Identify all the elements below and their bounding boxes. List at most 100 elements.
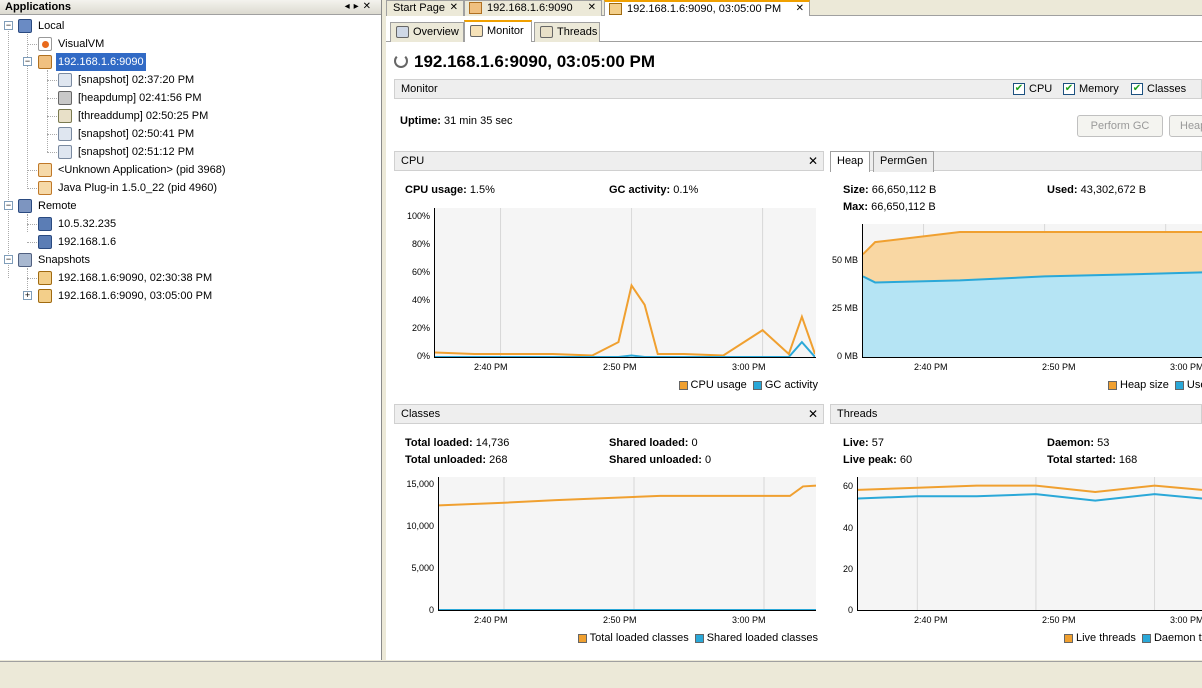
network-icon (18, 199, 32, 213)
tab-heap[interactable]: Heap (830, 151, 871, 172)
checkbox-label: CPU (1029, 83, 1053, 95)
checkbox-check-icon: ✔ (1063, 83, 1075, 96)
app-snapshot-icon (38, 271, 52, 285)
tab-permgen[interactable]: PermGen (873, 151, 935, 172)
loading-spinner-icon (394, 54, 408, 68)
view-tabs: Overview Monitor Threads (386, 18, 1202, 42)
cpu-usage-stat: CPU usage: 1.5% (405, 184, 495, 196)
local-toggle[interactable]: − (4, 21, 13, 30)
tab-threads[interactable]: Threads (534, 22, 600, 42)
document-tabs: Start Page ✕ 192.168.1.6:9090 ✕ 192.168.1.… (386, 0, 1202, 16)
memory-checkbox[interactable]: ✔ Memory (1063, 83, 1119, 96)
tick-label: 0 MB (836, 351, 858, 361)
legend-label: GC activity (764, 379, 818, 391)
heap-chart (863, 224, 1202, 357)
tab-label: 192.168.1.6:9090 (487, 2, 573, 14)
cpu-panel-header: CPU ✕ (394, 151, 824, 171)
tick-label: 2:50 PM (603, 362, 637, 372)
tick-label: 15,000 (406, 479, 434, 489)
cpu-checkbox[interactable]: ✔ CPU (1013, 83, 1053, 96)
tick-label: 0% (416, 351, 430, 361)
classes-plot (438, 477, 816, 611)
remote-toggle[interactable]: − (4, 201, 13, 210)
heap-legend: Heap size Used heap (1102, 379, 1202, 391)
heap-plot (862, 224, 1202, 358)
legend-label: Total loaded classes (589, 632, 689, 644)
classes-panel-header: Classes ✕ (394, 404, 824, 424)
close-icon[interactable]: ✕ (808, 154, 818, 168)
tick-label: 3:00 PM (1170, 362, 1202, 372)
cpu-plot (434, 208, 816, 358)
jmx-toggle[interactable]: − (23, 57, 32, 66)
checkbox-label: Memory (1079, 83, 1119, 95)
tab-app-snapshot[interactable]: 192.168.1.6:9090, 03:05:00 PM ✕ (604, 0, 810, 16)
classes-checkbox[interactable]: ✔ Classes (1131, 83, 1186, 96)
series-line-total-loaded-classes (439, 484, 816, 507)
checkbox-check-icon: ✔ (1013, 83, 1025, 96)
tick-label: 60 (842, 481, 853, 491)
tree-label: 192.168.1.6 (58, 236, 117, 248)
status-bar (0, 661, 1202, 688)
snapshot-icon (58, 127, 72, 141)
tick-label: 5,000 (411, 563, 434, 573)
tick-label: 40% (411, 295, 430, 305)
perform-gc-button[interactable]: Perform GC (1077, 115, 1163, 137)
tree-label: VisualVM (58, 38, 105, 50)
remote-host-icon (38, 235, 52, 249)
tick-label: 100% (406, 211, 430, 221)
monitor-bar: Monitor ✔ CPU ✔ Memory ✔ Classes (394, 79, 1202, 99)
threads-plot (857, 477, 1202, 611)
live-threads-stat: Live: 57 (843, 437, 884, 449)
close-icon[interactable]: ✕ (588, 1, 596, 15)
tab-overview[interactable]: Overview (390, 22, 464, 42)
computer-icon (18, 19, 32, 33)
uptime-label: Uptime: (400, 115, 441, 127)
tab-jmx-app[interactable]: 192.168.1.6:9090 ✕ (464, 0, 602, 16)
tick-label: 2:50 PM (1042, 362, 1076, 372)
tree-label: 10.5.32.235 (58, 218, 117, 230)
snapshots-toggle[interactable]: − (4, 255, 13, 264)
series-line-cpu-usage (435, 283, 815, 357)
tab-start-page[interactable]: Start Page ✕ (386, 0, 464, 16)
app-snapshot-icon (609, 3, 622, 15)
applications-header: Applications ◂▸✕ (0, 0, 381, 15)
tab-label: Overview (413, 26, 459, 38)
applications-tree: − Local VisualVM − 192.168.1.6:9090 [sna… (0, 16, 381, 656)
heap-dump-button[interactable]: Heap Dump (1169, 115, 1202, 137)
tick-label: 40 (842, 523, 853, 533)
panel-title: Threads (837, 408, 878, 420)
tree-label: Local (38, 20, 65, 32)
series-line-live-threads (858, 484, 1202, 494)
shared-loaded-stat: Shared loaded: 0 (609, 437, 698, 449)
panel-buttons[interactable]: ◂▸✕ (345, 1, 375, 12)
main-panel: Start Page ✕ 192.168.1.6:9090 ✕ 192.168.1.… (386, 0, 1202, 660)
java-cup-icon (38, 181, 52, 195)
tick-label: 2:40 PM (914, 362, 948, 372)
live-peak-stat: Live peak: 60 (843, 454, 913, 466)
tick-label: 2:50 PM (1042, 615, 1076, 625)
snapshot-icon (58, 145, 72, 159)
threads-legend: Live threads Daemon threads (1058, 632, 1202, 644)
classes-legend: Total loaded classes Shared loaded classe… (572, 632, 818, 644)
page-title: 192.168.1.6:9090, 03:05:00 PM (414, 52, 656, 71)
tick-label: 3:00 PM (1170, 615, 1202, 625)
tick-label: 80% (411, 239, 430, 249)
gc-activity-stat: GC activity: 0.1% (609, 184, 699, 196)
uptime-value: 31 min 35 sec (444, 115, 513, 127)
tab-monitor[interactable]: Monitor (464, 20, 532, 42)
cpu-legend: CPU usage GC activity (673, 379, 818, 391)
threads-icon (540, 26, 553, 38)
appsnap-toggle[interactable]: + (23, 291, 32, 300)
heapdump-icon (58, 91, 72, 105)
close-icon[interactable]: ✕ (796, 2, 804, 16)
legend-label: Daemon threads (1153, 632, 1202, 644)
heap-max-stat: Max: 66,650,112 B (843, 201, 936, 213)
checkbox-check-icon: ✔ (1131, 83, 1143, 96)
tick-label: 2:50 PM (603, 615, 637, 625)
close-icon[interactable]: ✕ (808, 407, 818, 421)
tree-label: 192.168.1.6:9090, 02:30:38 PM (58, 272, 213, 284)
panel-title: Classes (401, 408, 441, 420)
close-icon[interactable]: ✕ (450, 1, 458, 15)
total-loaded-stat: Total loaded: 14,736 (405, 437, 510, 449)
tick-label: 3:00 PM (732, 615, 766, 625)
